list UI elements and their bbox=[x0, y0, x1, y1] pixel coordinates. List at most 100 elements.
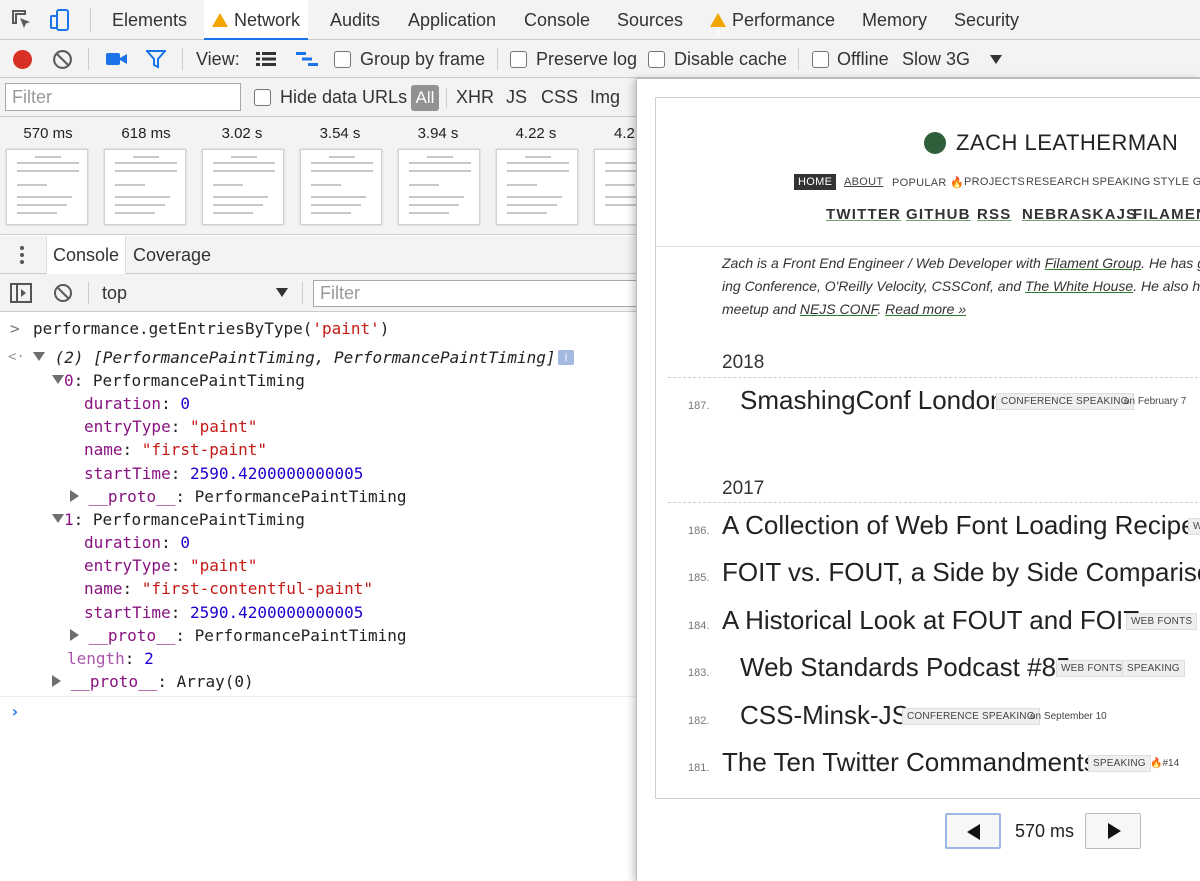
disable-cache-label: Disable cache bbox=[674, 49, 788, 69]
collapse-triangle-icon[interactable] bbox=[52, 675, 61, 687]
nav-research[interactable]: RESEARCH bbox=[1026, 176, 1090, 188]
post-number: 186. bbox=[688, 525, 710, 537]
filament-group-link[interactable]: Filament Group bbox=[1045, 255, 1141, 271]
filmstrip-frame[interactable] bbox=[104, 149, 186, 225]
expand-triangle-icon[interactable] bbox=[33, 352, 45, 361]
device-toolbar-icon[interactable] bbox=[48, 8, 72, 32]
post-title[interactable]: A Historical Look at FOUT and FOIT bbox=[722, 605, 1139, 636]
post-title[interactable]: A Collection of Web Font Loading Recipes bbox=[722, 510, 1200, 541]
expand-triangle-icon[interactable] bbox=[52, 514, 64, 523]
type-filter-xhr[interactable]: XHR bbox=[456, 78, 494, 117]
filmstrip-frame[interactable] bbox=[300, 149, 382, 225]
post-tag[interactable]: WEB FONTS bbox=[1056, 660, 1128, 677]
large-rows-icon[interactable] bbox=[256, 51, 276, 67]
social-nebraskajs[interactable]: NEBRASKAJS bbox=[1022, 206, 1137, 223]
nav-style-guide[interactable]: STYLE GU bbox=[1153, 176, 1200, 188]
post-title[interactable]: Web Standards Podcast #85 bbox=[740, 652, 1071, 683]
social-rss[interactable]: RSS bbox=[977, 206, 1011, 223]
inspect-element-icon[interactable] bbox=[10, 8, 34, 32]
array-entry[interactable]: 1: PerformancePaintTiming bbox=[52, 508, 305, 531]
waterfall-overview-icon[interactable] bbox=[296, 51, 318, 67]
expand-triangle-icon[interactable] bbox=[52, 375, 64, 384]
nav-about[interactable]: ABOUT bbox=[844, 176, 883, 188]
context-selector[interactable]: top bbox=[102, 274, 127, 312]
clear-icon[interactable] bbox=[52, 49, 73, 70]
record-button[interactable] bbox=[13, 50, 32, 69]
property-proto[interactable]: __proto__: PerformancePaintTiming bbox=[70, 485, 407, 508]
collapse-triangle-icon[interactable] bbox=[70, 629, 79, 641]
nejs-conf-link[interactable]: NEJS CONF bbox=[800, 301, 878, 317]
tab-console[interactable]: Console bbox=[524, 0, 590, 40]
tab-security[interactable]: Security bbox=[954, 0, 1019, 40]
type-filter-js[interactable]: JS bbox=[506, 78, 527, 117]
chevron-down-icon[interactable] bbox=[990, 55, 1002, 64]
tab-elements[interactable]: Elements bbox=[112, 0, 187, 40]
disable-cache-checkbox[interactable] bbox=[648, 51, 665, 68]
summary-text: (2) [PerformancePaintTiming, Performance… bbox=[54, 348, 556, 367]
drawer-tab-console[interactable]: Console bbox=[46, 236, 126, 274]
nav-popular[interactable]: POPULAR 🔥 bbox=[892, 176, 964, 189]
sidebar-toggle-icon[interactable] bbox=[10, 283, 32, 303]
post-title[interactable]: FOIT vs. FOUT, a Side by Side Comparison bbox=[722, 557, 1200, 588]
result-summary[interactable]: (2) [PerformancePaintTiming, Performance… bbox=[33, 346, 556, 369]
post-title[interactable]: The Ten Twitter Commandments bbox=[722, 747, 1097, 778]
network-filter-input[interactable]: Filter bbox=[5, 83, 241, 111]
hide-data-urls-checkbox[interactable] bbox=[254, 89, 271, 106]
tab-performance[interactable]: Performance bbox=[710, 0, 835, 55]
preserve-log-checkbox[interactable] bbox=[510, 51, 527, 68]
post-tag[interactable]: W bbox=[1188, 518, 1200, 535]
tab-application[interactable]: Application bbox=[408, 0, 496, 40]
filmstrip-frame[interactable] bbox=[496, 149, 578, 225]
post-number: 183. bbox=[688, 667, 710, 679]
next-frame-button[interactable] bbox=[1085, 813, 1141, 849]
social-github[interactable]: GITHUB bbox=[906, 206, 971, 223]
post-title[interactable]: SmashingConf London bbox=[740, 385, 1005, 416]
capture-screenshots-icon[interactable] bbox=[106, 51, 128, 67]
offline-checkbox[interactable] bbox=[812, 51, 829, 68]
property-proto[interactable]: __proto__: PerformancePaintTiming bbox=[70, 624, 407, 647]
collapse-triangle-icon[interactable] bbox=[70, 490, 79, 502]
social-twitter[interactable]: TWITTER bbox=[826, 206, 901, 223]
frame-time: 4.2 bbox=[614, 125, 635, 142]
white-house-link[interactable]: The White House bbox=[1025, 278, 1133, 294]
nav-home[interactable]: HOME bbox=[794, 174, 837, 190]
filmstrip-frame[interactable] bbox=[202, 149, 284, 225]
type-filter-css[interactable]: CSS bbox=[541, 78, 578, 117]
console-prompt[interactable]: › bbox=[10, 700, 20, 723]
filmstrip-frame[interactable] bbox=[594, 149, 638, 225]
property-name: name: "first-paint" bbox=[84, 440, 268, 459]
filter-icon[interactable] bbox=[146, 50, 166, 69]
post-tag[interactable]: CONFERENCE SPEAKING bbox=[996, 393, 1134, 410]
entry-index: 0 bbox=[64, 371, 74, 390]
read-more-link[interactable]: Read more » bbox=[885, 301, 966, 317]
tab-network[interactable]: Network bbox=[204, 0, 309, 55]
tab-audits[interactable]: Audits bbox=[330, 0, 380, 40]
nav-projects[interactable]: PROJECTS bbox=[964, 176, 1025, 188]
nav-speaking[interactable]: SPEAKING bbox=[1092, 176, 1151, 188]
post-number: 184. bbox=[688, 620, 710, 632]
throttling-select[interactable]: Slow 3G bbox=[902, 40, 970, 78]
clear-console-icon[interactable] bbox=[53, 283, 73, 303]
tab-memory[interactable]: Memory bbox=[862, 0, 927, 40]
filmstrip: 570 ms 618 ms 3.02 s 3.54 s 3.94 s 4.22 … bbox=[0, 117, 640, 235]
post-tag[interactable]: WEB FONTS bbox=[1126, 613, 1198, 630]
array-entry[interactable]: 0: PerformancePaintTiming bbox=[52, 369, 305, 392]
more-tools-icon[interactable] bbox=[20, 246, 24, 264]
console-filter-input[interactable]: Filter bbox=[313, 280, 643, 307]
type-filter-img[interactable]: Img bbox=[590, 78, 620, 117]
post-tag[interactable]: SPEAKING bbox=[1088, 755, 1151, 772]
post-tag[interactable]: CONFERENCE SPEAKING bbox=[902, 708, 1040, 725]
array-proto[interactable]: __proto__: Array(0) bbox=[52, 670, 254, 693]
filmstrip-frame[interactable] bbox=[6, 149, 88, 225]
tab-sources[interactable]: Sources bbox=[617, 0, 683, 40]
filmstrip-frame[interactable] bbox=[398, 149, 480, 225]
chevron-down-icon[interactable] bbox=[276, 288, 288, 297]
group-by-frame-checkbox[interactable] bbox=[334, 51, 351, 68]
post-tag[interactable]: SPEAKING bbox=[1122, 660, 1185, 677]
post-title[interactable]: CSS-Minsk-JS bbox=[740, 700, 909, 731]
social-filament[interactable]: FILAMENT bbox=[1133, 206, 1200, 223]
previous-frame-button[interactable] bbox=[945, 813, 1001, 849]
drawer-tab-coverage[interactable]: Coverage bbox=[133, 236, 211, 274]
info-icon[interactable]: i bbox=[558, 350, 574, 365]
type-filter-all[interactable]: All bbox=[411, 85, 439, 111]
